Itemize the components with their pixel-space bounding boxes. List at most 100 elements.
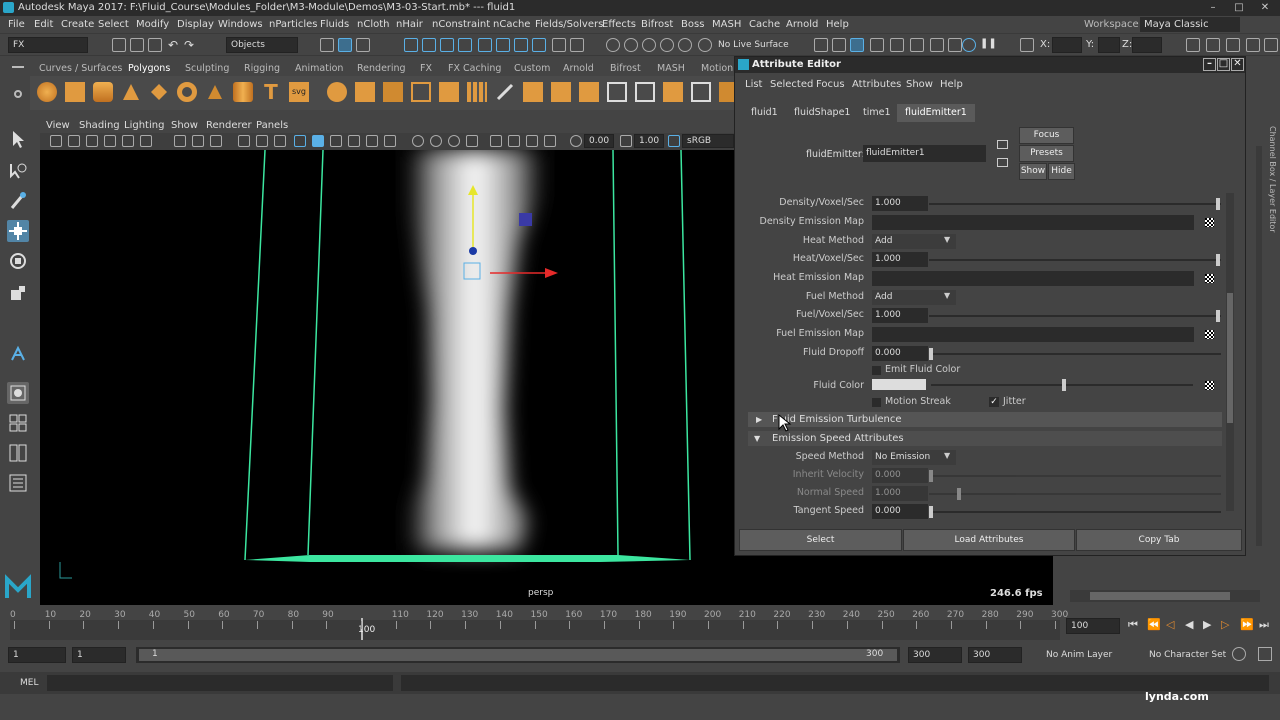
ambient-occlusion-icon[interactable] <box>412 135 424 147</box>
tangent-speed-field[interactable]: 0.000 <box>872 504 928 519</box>
planar-mapping-icon[interactable] <box>691 82 711 102</box>
ipr-render-icon[interactable] <box>890 38 904 52</box>
wireframe-on-shaded-icon[interactable] <box>330 135 342 147</box>
viewport-menu-renderer[interactable]: Renderer <box>206 118 252 133</box>
ae-menu-focus[interactable]: Focus <box>816 76 845 94</box>
textured-icon[interactable] <box>348 135 360 147</box>
poly-cone-icon[interactable] <box>121 82 141 102</box>
last-tool-icon[interactable] <box>7 342 29 364</box>
x-field[interactable] <box>1052 37 1082 53</box>
channel-box-hscroll[interactable] <box>1070 590 1260 602</box>
play-forward-icon[interactable]: ▶ <box>1203 618 1211 631</box>
smooth-shade-icon[interactable] <box>312 135 324 147</box>
snap-magnet-icon[interactable] <box>532 38 546 52</box>
menu-nconstraint[interactable]: nConstraint <box>432 16 490 34</box>
manip-z-handle[interactable] <box>519 213 532 226</box>
go-to-start-icon[interactable]: ⏮ <box>1128 618 1138 632</box>
section-emission-speed[interactable]: ▼ Emission Speed Attributes <box>748 431 1222 446</box>
density-map-field[interactable] <box>872 215 1194 230</box>
render-settings-icon[interactable] <box>910 38 924 52</box>
render-view-icon[interactable] <box>850 38 864 52</box>
lasso-tool-icon[interactable] <box>7 160 29 182</box>
shelf-tab-custom[interactable]: Custom <box>514 62 550 76</box>
ae-menu-attributes[interactable]: Attributes <box>852 76 901 94</box>
undo-icon[interactable]: ↶ <box>168 38 182 52</box>
menu-bifrost[interactable]: Bifrost <box>641 16 673 34</box>
menu-display[interactable]: Display <box>177 16 214 34</box>
slider-handle[interactable] <box>929 348 933 360</box>
motion-blur-icon[interactable] <box>430 135 442 147</box>
outliner-toggle-icon[interactable] <box>1264 38 1278 52</box>
poly-svg-icon[interactable]: svg <box>289 82 309 102</box>
menu-mash[interactable]: MASH <box>712 16 741 34</box>
target-weld-icon[interactable] <box>635 82 655 102</box>
animation-end-field[interactable]: 300 <box>968 647 1022 663</box>
open-scene-icon[interactable] <box>130 38 144 52</box>
new-scene-icon[interactable] <box>112 38 126 52</box>
fluid-dropoff-field[interactable]: 0.000 <box>872 346 928 361</box>
minimize-icon[interactable]: – <box>1200 0 1226 16</box>
poly-sphere-icon[interactable] <box>37 82 57 102</box>
preferences-icon[interactable] <box>1258 647 1272 661</box>
emit-color-checkbox[interactable] <box>872 366 881 375</box>
input-ops-icon[interactable] <box>814 38 828 52</box>
fluid-color-slider[interactable] <box>931 379 1193 391</box>
tangent-speed-slider[interactable] <box>929 506 1221 518</box>
camera-attributes-icon[interactable] <box>68 135 80 147</box>
fuel-map-field[interactable] <box>872 327 1194 342</box>
heat-voxel-slider[interactable] <box>929 254 1221 266</box>
boolean-icon[interactable] <box>411 82 431 102</box>
ae-menu-help[interactable]: Help <box>940 76 963 94</box>
history-icon[interactable] <box>570 38 584 52</box>
smooth-icon[interactable] <box>383 82 403 102</box>
shelf-tab-motion[interactable]: Motion <box>701 62 733 76</box>
density-voxel-slider[interactable] <box>929 198 1221 210</box>
xray-joints-icon[interactable] <box>526 135 538 147</box>
viewport-menu-lighting[interactable]: Lighting <box>124 118 164 133</box>
shelf-tab-fx[interactable]: FX <box>420 62 432 76</box>
workspace-dropdown[interactable]: Maya Classic <box>1140 17 1240 32</box>
paint-select-icon[interactable] <box>642 38 656 52</box>
snap-surface-icon[interactable] <box>478 38 492 52</box>
depth-of-field-icon[interactable] <box>466 135 478 147</box>
exposure-icon[interactable] <box>570 135 582 147</box>
viewport-menu-view[interactable]: View <box>46 118 70 133</box>
menu-edit[interactable]: Edit <box>34 16 53 34</box>
anim-layer-dropdown[interactable]: No Anim Layer <box>1046 646 1112 664</box>
render-sequence-icon[interactable] <box>948 38 962 52</box>
select-button[interactable]: Select <box>739 529 902 551</box>
poly-cylinder-icon[interactable] <box>93 82 113 102</box>
z-field[interactable] <box>1132 37 1162 53</box>
ae-tab-fluidshape1[interactable]: fluidShape1 <box>794 104 850 122</box>
selection-mode-field[interactable]: Objects <box>226 37 298 53</box>
menu-boss[interactable]: Boss <box>681 16 704 34</box>
grease-pencil-icon[interactable] <box>140 135 152 147</box>
save-scene-icon[interactable] <box>148 38 162 52</box>
select-camera-icon[interactable] <box>50 135 62 147</box>
step-forward-frame-icon[interactable]: ▷ <box>1221 618 1229 631</box>
ae-scrollbar-thumb[interactable] <box>1227 293 1233 423</box>
shelf-tab-fx-caching[interactable]: FX Caching <box>448 62 501 76</box>
snap-live-icon[interactable] <box>514 38 528 52</box>
menu-arnold[interactable]: Arnold <box>786 16 818 34</box>
ae-menu-selected[interactable]: Selected <box>770 76 813 94</box>
slider-handle[interactable] <box>1062 379 1066 391</box>
fluid-color-swatch[interactable] <box>872 379 926 390</box>
combine-icon[interactable] <box>327 82 347 102</box>
heat-voxel-field[interactable]: 1.000 <box>872 252 928 267</box>
menu-effects[interactable]: Effects <box>602 16 636 34</box>
jitter-checkbox[interactable]: ✓ <box>989 397 999 407</box>
menu-help[interactable]: Help <box>826 16 849 34</box>
shelf-tab-arnold[interactable]: Arnold <box>563 62 594 76</box>
merge-icon[interactable] <box>663 82 683 102</box>
node-output-icon[interactable] <box>997 158 1008 167</box>
ae-minimize-icon[interactable]: – <box>1203 58 1216 71</box>
construction-history-icon[interactable] <box>606 38 620 52</box>
film-gate-icon[interactable] <box>192 135 204 147</box>
menu-modify[interactable]: Modify <box>136 16 169 34</box>
gamma-icon[interactable] <box>620 135 632 147</box>
time-slider[interactable]: 100 100 ⏮ ⏪ ◁ ◀ ▶ ▷ ⏩ ⏭ 0 10 20 30 40 50 60 70 8… <box>0 606 1280 644</box>
select-object-icon[interactable] <box>338 38 352 52</box>
mel-label[interactable]: MEL <box>20 674 38 692</box>
2d-pan-zoom-icon[interactable] <box>122 135 134 147</box>
